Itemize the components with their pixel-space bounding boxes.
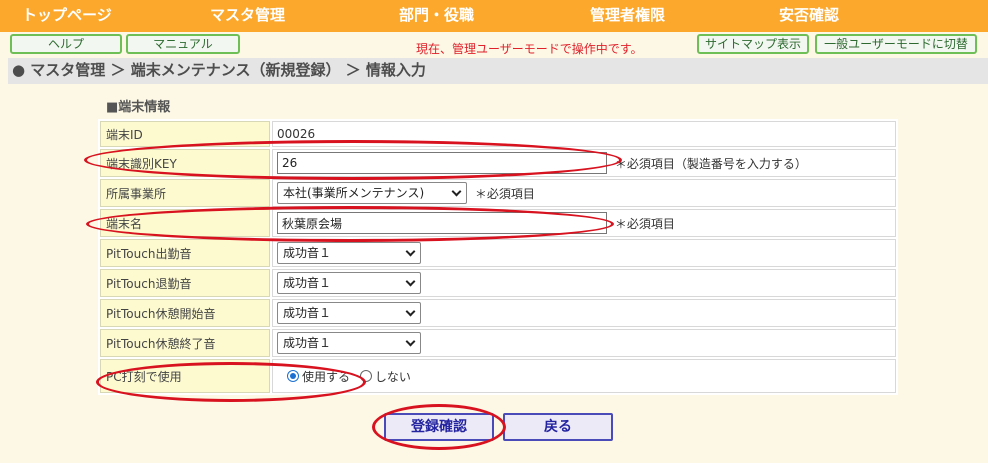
office-select-value: 本社(事業所メンテナンス): [283, 186, 425, 200]
breadcrumb: ● マスタ管理 ＞ 端末メンテナンス（新規登録） ＞ 情報入力: [8, 58, 988, 84]
sitemap-button[interactable]: サイトマップ表示: [697, 34, 809, 54]
nav-safety[interactable]: 安否確認: [779, 4, 839, 25]
terminal-name-input[interactable]: [277, 212, 607, 234]
chevron-down-icon: [405, 246, 416, 257]
row-sound-out: PitTouch退勤音 成功音１: [100, 269, 896, 297]
nav-admin-rights[interactable]: 管理者権限: [590, 4, 665, 25]
pc-stamp-use-label: 使用する: [302, 369, 351, 384]
terminal-id-label: 端末ID: [100, 121, 270, 147]
row-sound-in: PitTouch出勤音 成功音１: [100, 239, 896, 267]
terminal-id-value: 00026: [272, 121, 896, 147]
switch-user-mode-button[interactable]: 一般ユーザーモードに切替: [815, 34, 977, 54]
row-office: 所属事業所 本社(事業所メンテナンス) ＊必須項目: [100, 179, 896, 207]
chevron-down-icon: [451, 186, 462, 197]
sound-in-value: 成功音１: [283, 246, 332, 260]
sound-break-end-label: PitTouch休憩終了音: [100, 329, 270, 357]
row-terminal-name: 端末名 ＊必須項目: [100, 209, 896, 237]
sound-out-value: 成功音１: [283, 276, 332, 290]
chevron-down-icon: [405, 306, 416, 317]
sound-out-label: PitTouch退勤音: [100, 269, 270, 297]
chevron-down-icon: [405, 336, 416, 347]
sound-break-start-select[interactable]: 成功音１: [277, 302, 421, 324]
terminal-form: 端末ID 00026 端末識別KEY ＊必須項目（製造番号を入力する） 所属事業…: [98, 119, 898, 395]
office-label: 所属事業所: [100, 179, 270, 207]
row-sound-break-end: PitTouch休憩終了音 成功音１: [100, 329, 896, 357]
row-terminal-key: 端末識別KEY ＊必須項目（製造番号を入力する）: [100, 149, 896, 177]
office-select[interactable]: 本社(事業所メンテナンス): [277, 182, 467, 204]
pc-stamp-nouse-radio[interactable]: [359, 370, 372, 382]
row-terminal-id: 端末ID 00026: [100, 121, 896, 147]
manual-button[interactable]: マニュアル: [126, 34, 240, 54]
sound-break-end-value: 成功音１: [283, 336, 332, 350]
pc-stamp-nouse-label: しない: [374, 369, 411, 384]
mode-message: 現在、管理ユーザーモードで操作中です。: [416, 42, 643, 56]
terminal-key-note: ＊必須項目（製造番号を入力する）: [614, 156, 807, 171]
sound-break-start-value: 成功音１: [283, 306, 332, 320]
pc-stamp-use-radio[interactable]: [287, 370, 299, 382]
sound-in-label: PitTouch出勤音: [100, 239, 270, 267]
top-nav: トップページ マスタ管理 部門・役職 管理者権限 安否確認: [0, 0, 988, 32]
nav-top-page[interactable]: トップページ: [22, 4, 112, 25]
nav-department[interactable]: 部門・役職: [399, 4, 474, 25]
terminal-key-input[interactable]: [277, 152, 607, 174]
terminal-key-label: 端末識別KEY: [100, 149, 270, 177]
section-title: ■端末情報: [106, 100, 171, 115]
help-button[interactable]: ヘルプ: [10, 34, 122, 54]
back-button[interactable]: 戻る: [503, 413, 613, 441]
row-pc-stamp: PC打刻で使用 使用する しない: [100, 359, 896, 393]
pc-stamp-label: PC打刻で使用: [100, 359, 270, 393]
sound-break-end-select[interactable]: 成功音１: [277, 332, 421, 354]
sound-in-select[interactable]: 成功音１: [277, 242, 421, 264]
register-confirm-button[interactable]: 登録確認: [384, 413, 494, 441]
row-sound-break-start: PitTouch休憩開始音 成功音１: [100, 299, 896, 327]
chevron-down-icon: [405, 276, 416, 287]
sound-out-select[interactable]: 成功音１: [277, 272, 421, 294]
nav-master[interactable]: マスタ管理: [210, 4, 285, 25]
terminal-name-note: ＊必須項目: [614, 216, 675, 231]
office-note: ＊必須項目: [474, 186, 535, 201]
terminal-name-label: 端末名: [100, 209, 270, 237]
sound-break-start-label: PitTouch休憩開始音: [100, 299, 270, 327]
